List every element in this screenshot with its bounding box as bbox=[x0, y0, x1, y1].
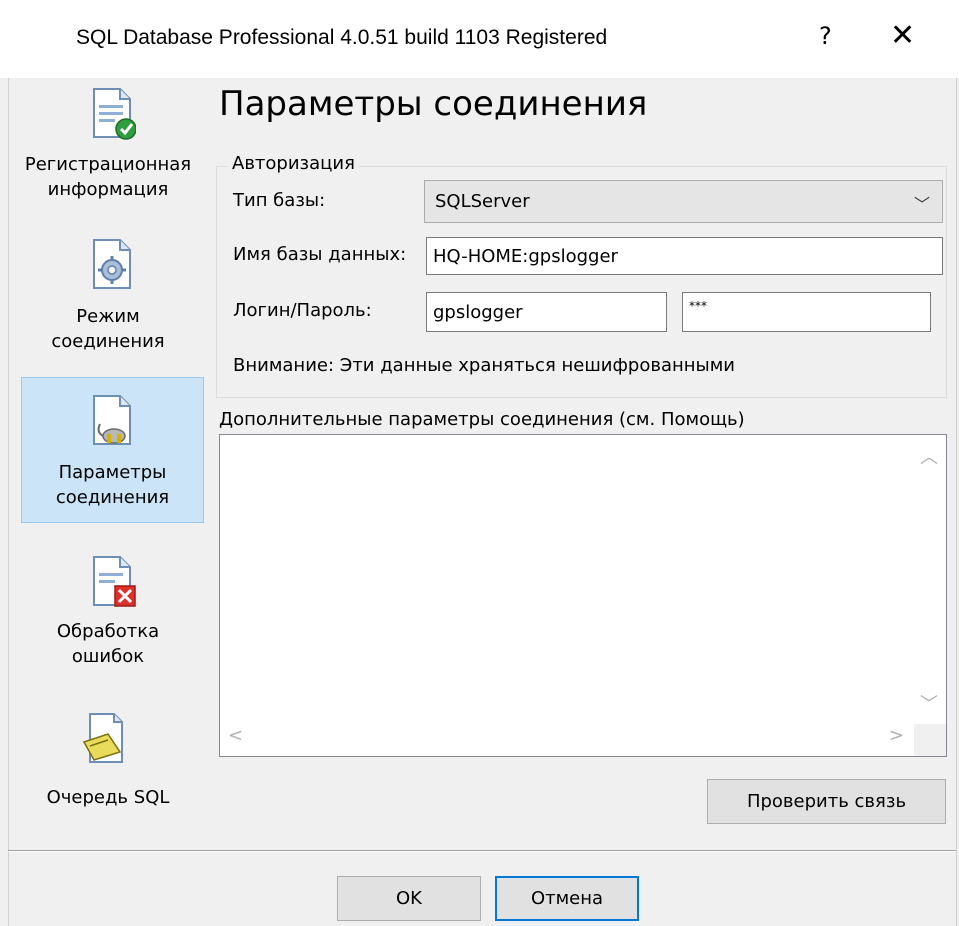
sidebar-item-label: Параметры bbox=[58, 462, 167, 483]
close-button[interactable]: ✕ bbox=[890, 18, 915, 53]
scroll-left-icon[interactable]: < bbox=[228, 725, 243, 746]
help-button[interactable]: ? bbox=[819, 22, 832, 50]
test-connection-button[interactable]: Проверить связь bbox=[707, 779, 946, 824]
sidebar-item-label: Очередь SQL bbox=[46, 787, 170, 808]
document-plug-icon bbox=[93, 395, 131, 445]
unencrypted-warning: Внимание: Эти данные храняться нешифрова… bbox=[233, 355, 735, 376]
db-type-select[interactable]: SQLServer ﹀ bbox=[424, 180, 943, 223]
scrollbar-corner bbox=[914, 724, 946, 756]
document-gear-icon bbox=[93, 239, 131, 289]
sidebar-item-label: информация bbox=[47, 179, 169, 200]
dialog-border-right bbox=[956, 78, 957, 926]
sidebar-item-label: соединения bbox=[55, 487, 170, 508]
title-bar: SQL Database Professional 4.0.51 build 1… bbox=[0, 0, 959, 78]
window-title: SQL Database Professional 4.0.51 build 1… bbox=[76, 26, 608, 49]
extra-params-label: Дополнительные параметры соединения (см.… bbox=[219, 409, 745, 430]
sidebar-item-label: ошибок bbox=[71, 646, 145, 667]
document-queue-icon bbox=[82, 713, 123, 763]
scroll-up-icon[interactable]: ︿ bbox=[920, 443, 938, 469]
page-title: Параметры соединения bbox=[219, 84, 648, 124]
db-type-value: SQLServer bbox=[435, 191, 530, 212]
sidebar-item-label: Режим bbox=[76, 306, 140, 327]
db-name-input[interactable]: HQ-HOME:gpslogger bbox=[426, 237, 943, 275]
ok-button[interactable]: OK bbox=[337, 876, 481, 921]
auth-groupbox-legend: Авторизация bbox=[228, 153, 359, 174]
extra-params-textarea[interactable]: ︿ ﹀ < > bbox=[219, 434, 947, 757]
db-type-label: Тип базы: bbox=[233, 190, 326, 211]
scroll-down-icon[interactable]: ﹀ bbox=[920, 690, 938, 716]
scroll-right-icon[interactable]: > bbox=[889, 725, 904, 746]
document-error-icon bbox=[93, 556, 136, 607]
sidebar-item-label: Регистрационная bbox=[24, 154, 192, 175]
sidebar-item-label: Обработка bbox=[56, 621, 160, 642]
sidebar-item-label: соединения bbox=[51, 331, 165, 352]
login-input[interactable]: gpslogger bbox=[426, 292, 667, 332]
login-label: Логин/Пароль: bbox=[233, 300, 372, 321]
cancel-button[interactable]: Отмена bbox=[495, 876, 639, 921]
document-check-icon bbox=[93, 88, 136, 140]
chevron-down-icon: ﹀ bbox=[913, 195, 930, 214]
password-input[interactable]: *** bbox=[682, 292, 931, 332]
db-name-label: Имя базы данных: bbox=[233, 244, 407, 265]
footer-separator-highlight bbox=[8, 851, 956, 852]
